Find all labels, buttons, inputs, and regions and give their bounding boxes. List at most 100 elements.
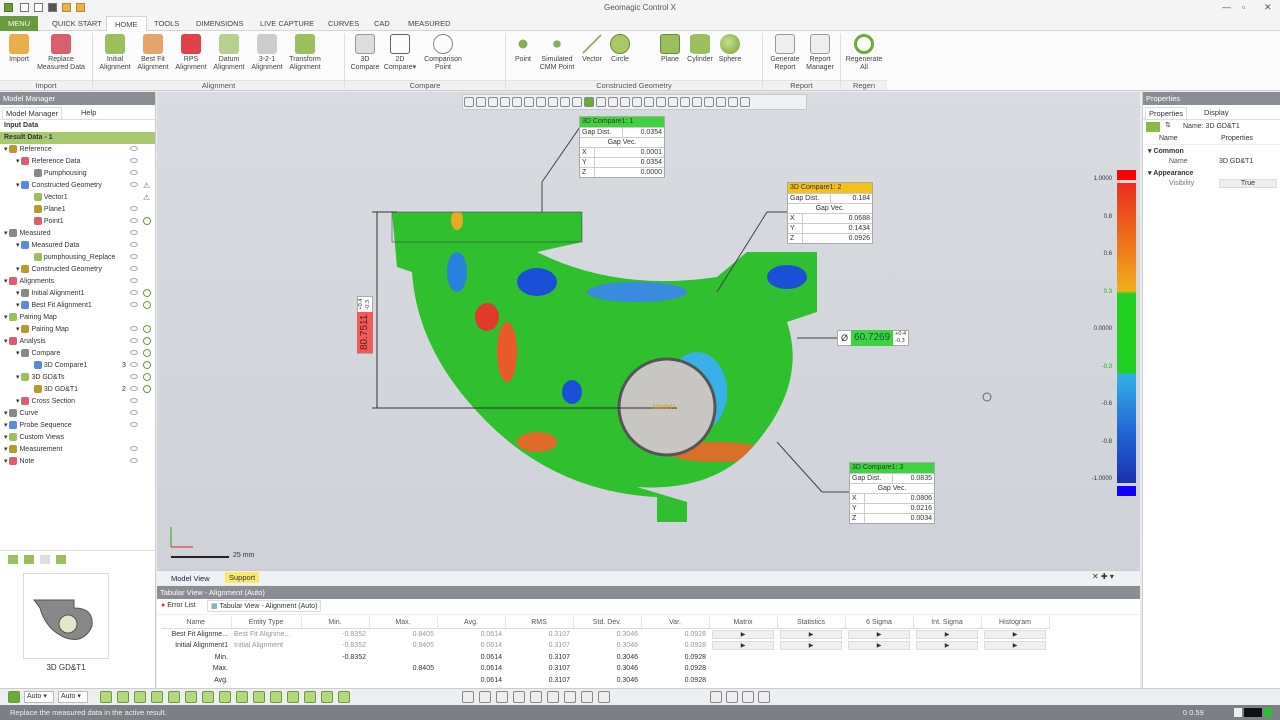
update-status-icon[interactable] (143, 289, 151, 297)
tree-item[interactable]: ▾ Measured (0, 228, 155, 240)
expand-play-button[interactable]: ▶ (916, 630, 978, 639)
select-mode-icon[interactable] (8, 691, 20, 703)
tab-quick-start[interactable]: QUICK START (44, 16, 110, 31)
tree-item[interactable]: ▾ Reference (0, 144, 155, 156)
view-icon[interactable] (40, 555, 50, 564)
visibility-eye-icon[interactable] (130, 350, 138, 355)
column-header[interactable]: 6 Sigma (845, 617, 913, 629)
filter-tool-icon[interactable] (496, 691, 508, 703)
3-2-1-alignment-button[interactable]: 3-2-1Alignment (248, 34, 286, 72)
filter-tool-icon[interactable] (479, 691, 491, 703)
filter-tool-icon[interactable] (321, 691, 333, 703)
column-header[interactable]: Statistics (777, 617, 845, 629)
tree-item[interactable]: ▾ Constructed Geometry (0, 264, 155, 276)
expand-play-button[interactable]: ▶ (916, 641, 978, 650)
expand-icon[interactable]: ▾ (0, 458, 9, 465)
tree-item[interactable]: ▾ Best Fit Alignment1 (0, 300, 155, 312)
tree-item[interactable]: ▾ Pairing Map (0, 324, 155, 336)
visibility-eye-icon[interactable] (130, 266, 138, 271)
tab-model-view[interactable]: Model View (171, 574, 210, 583)
expand-play-button[interactable]: ▶ (780, 641, 842, 650)
column-header[interactable]: Std. Dev. (573, 617, 641, 629)
visibility-eye-icon[interactable] (130, 242, 138, 247)
tree-item[interactable]: ▾ Measurement (0, 444, 155, 456)
filter-tool-icon[interactable] (547, 691, 559, 703)
update-status-icon[interactable] (143, 217, 151, 225)
filter-tool-icon[interactable] (513, 691, 525, 703)
filter-tool-icon[interactable] (236, 691, 248, 703)
group-appearance[interactable]: ▾ Appearance (1148, 169, 1193, 177)
2d-compare-button[interactable]: 2DCompare▾ (382, 34, 418, 72)
expand-play-button[interactable]: ▶ (848, 641, 910, 650)
tree-item[interactable]: ▾ Note (0, 456, 155, 468)
table-row[interactable]: Initial Alignment1Initial Alignment-0.83… (161, 640, 1049, 652)
thumbnail-image[interactable] (23, 573, 109, 659)
visibility-eye-icon[interactable] (130, 290, 138, 295)
tab-measured[interactable]: MEASURED (400, 16, 459, 31)
transform-alignment-button[interactable]: TransformAlignment (286, 34, 324, 72)
expand-icon[interactable]: ▾ (0, 290, 21, 297)
tree-item[interactable]: ▾ Measured Data (0, 240, 155, 252)
tab-tools[interactable]: TOOLS (146, 16, 187, 31)
expand-icon[interactable] (0, 362, 34, 369)
best-fit-alignment-button[interactable]: Best FitAlignment (134, 34, 172, 72)
replace-measured-data-button[interactable]: ReplaceMeasured Data (34, 34, 88, 72)
expand-icon[interactable]: ▾ (0, 446, 9, 453)
expand-play-button[interactable]: ▶ (712, 630, 774, 639)
expand-icon[interactable]: ▾ (0, 374, 21, 381)
filter-tool-icon[interactable] (270, 691, 282, 703)
3d-viewport[interactable]: Model1 25 mm 3D Compare1: 1 Gap Dist.0.0… (157, 92, 1140, 570)
expand-icon[interactable]: ▾ (0, 434, 9, 441)
simulated-cmm-point-button[interactable]: SimulatedCMM Point (536, 34, 578, 72)
tree-item[interactable]: ▾ Custom Views (0, 432, 155, 444)
comparison-point-button[interactable]: ComparisonPoint (418, 34, 468, 72)
expand-icon[interactable] (0, 386, 34, 393)
tree-item[interactable]: ▾ Pairing Map (0, 312, 155, 324)
maximize-button[interactable]: ▫ (1242, 2, 1245, 12)
filter-tool-icon[interactable] (530, 691, 542, 703)
column-header[interactable]: Int. Sigma (913, 617, 981, 629)
filter-tool-icon[interactable] (253, 691, 265, 703)
column-header[interactable]: Avg. (437, 617, 505, 629)
expand-icon[interactable] (0, 206, 34, 213)
filter-tool-icon[interactable] (338, 691, 350, 703)
expand-icon[interactable]: ▾ (0, 158, 21, 165)
visibility-eye-icon[interactable] (130, 458, 138, 463)
visibility-eye-icon[interactable] (130, 338, 138, 343)
expand-icon[interactable] (0, 254, 34, 261)
expand-icon[interactable]: ▾ (0, 278, 9, 285)
tree-item[interactable]: Plane1 (0, 204, 155, 216)
import-button[interactable]: Import (4, 34, 34, 64)
filter-tool-icon[interactable] (710, 691, 722, 703)
visibility-eye-icon[interactable] (130, 206, 138, 211)
tree-item[interactable]: Pumphousing (0, 168, 155, 180)
categorized-icon[interactable] (1146, 122, 1160, 132)
group-common[interactable]: ▾ Common (1148, 147, 1184, 155)
tab-cad[interactable]: CAD (366, 16, 398, 31)
visibility-eye-icon[interactable] (130, 326, 138, 331)
minimize-button[interactable]: — (1222, 2, 1231, 12)
filter-tool-icon[interactable] (134, 691, 146, 703)
filter-tool-icon[interactable] (581, 691, 593, 703)
tree-item[interactable]: ▾ Alignments (0, 276, 155, 288)
visibility-eye-icon[interactable] (130, 182, 138, 187)
expand-icon[interactable]: ▾ (0, 230, 9, 237)
result-data[interactable]: Result Data - 1 (0, 132, 155, 144)
tab-properties[interactable]: Properties (1145, 107, 1187, 119)
update-status-icon[interactable] (143, 349, 151, 357)
tab-error-list[interactable]: ● Error List (161, 602, 196, 609)
tree-item[interactable]: ▾ Constructed Geometry⚠ (0, 180, 155, 192)
expand-play-button[interactable]: ▶ (984, 630, 1046, 639)
visibility-eye-icon[interactable] (130, 374, 138, 379)
update-status-icon[interactable] (143, 337, 151, 345)
filter-tool-icon[interactable] (185, 691, 197, 703)
filter-tool-icon[interactable] (117, 691, 129, 703)
3d-compare-button[interactable]: 3DCompare (348, 34, 382, 72)
height-dimension[interactable]: 80.7511 +0.4-0.3 (357, 296, 373, 354)
filter-tool-icon[interactable] (758, 691, 770, 703)
update-status-icon[interactable] (143, 301, 151, 309)
tab-display[interactable]: Display (1201, 107, 1232, 118)
expand-play-button[interactable]: ▶ (848, 630, 910, 639)
tree-item[interactable]: ▾ Compare (0, 348, 155, 360)
regenerate-all-button[interactable]: RegenerateAll (842, 34, 886, 72)
